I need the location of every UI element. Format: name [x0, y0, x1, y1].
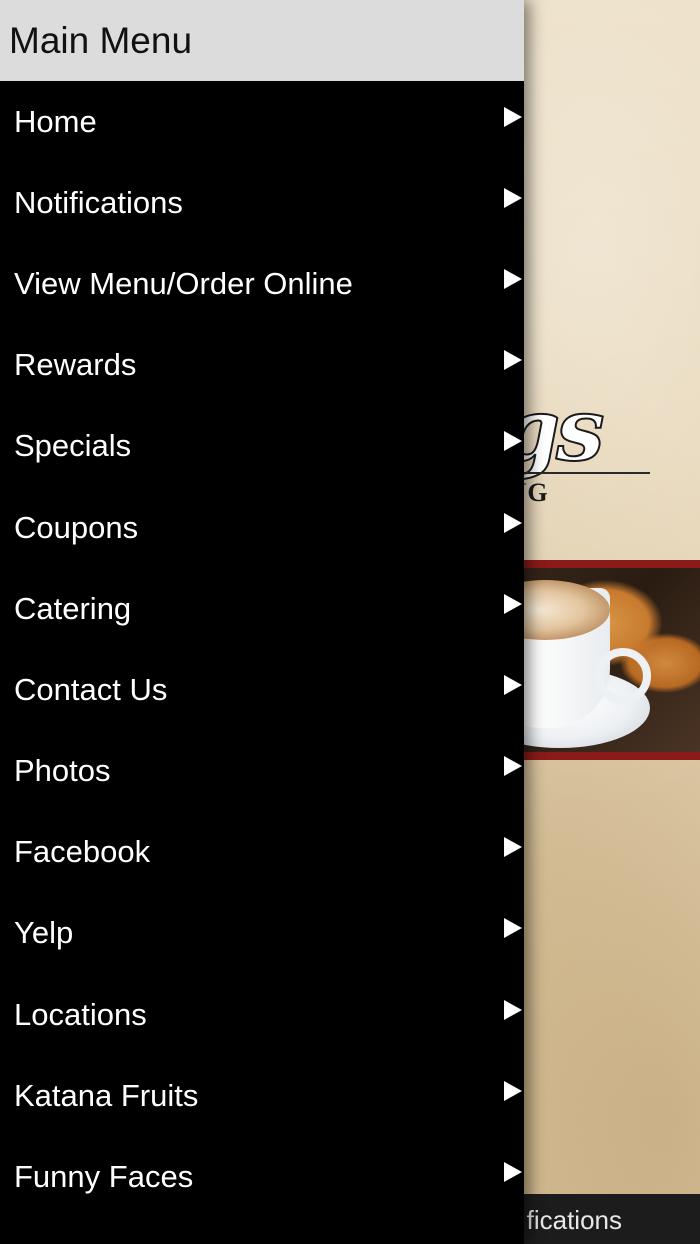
triangle-right-icon: [504, 593, 522, 614]
menu-item-label: Funny Faces: [14, 1159, 194, 1195]
triangle-right-icon: [504, 512, 522, 533]
triangle-right-icon: [504, 350, 522, 371]
menu-item-funny-faces[interactable]: Funny Faces: [0, 1136, 524, 1217]
menu-item-yelp[interactable]: Yelp: [0, 893, 524, 974]
triangle-right-icon: [504, 756, 522, 777]
menu-item-label: Specials: [14, 428, 132, 464]
menu-item-label: Rewards: [14, 347, 137, 383]
menu-item-label: Catering: [14, 590, 132, 626]
menu-item-notifications[interactable]: Notifications: [0, 162, 524, 243]
menu-item-label: Contact Us: [14, 671, 168, 707]
triangle-right-icon: [504, 918, 522, 939]
menu-item-label: Facebook: [14, 834, 151, 870]
triangle-right-icon: [504, 837, 522, 858]
menu-item-contact-us[interactable]: Contact Us: [0, 649, 524, 730]
triangle-right-icon: [504, 999, 522, 1020]
menu-item-label: Home: [14, 103, 97, 139]
menu-item-label: Notifications: [14, 184, 183, 220]
triangle-right-icon: [504, 106, 522, 127]
menu-item-label: View Menu/Order Online: [14, 265, 353, 301]
menu-item-coupons[interactable]: Coupons: [0, 487, 524, 568]
menu-item-view-menu-order-online[interactable]: View Menu/Order Online: [0, 243, 524, 324]
menu-item-home[interactable]: Home: [0, 81, 524, 162]
menu-item-facebook[interactable]: Facebook: [0, 812, 524, 893]
menu-list: Home Notifications View Menu/Order Onlin…: [0, 81, 524, 1218]
logo-divider: [520, 472, 650, 474]
menu-item-catering[interactable]: Catering: [0, 568, 524, 649]
triangle-right-icon: [504, 431, 522, 452]
drawer-title: Main Menu: [9, 19, 193, 61]
triangle-right-icon: [504, 268, 522, 289]
menu-item-label: Photos: [14, 753, 111, 789]
menu-item-specials[interactable]: Specials: [0, 406, 524, 487]
triangle-right-icon: [504, 187, 522, 208]
menu-item-locations[interactable]: Locations: [0, 974, 524, 1055]
menu-item-rewards[interactable]: Rewards: [0, 325, 524, 406]
menu-item-label: Katana Fruits: [14, 1077, 199, 1113]
drawer-header: Main Menu: [0, 0, 524, 81]
triangle-right-icon: [504, 1080, 522, 1101]
triangle-right-icon: [504, 674, 522, 695]
menu-item-photos[interactable]: Photos: [0, 731, 524, 812]
menu-item-label: Locations: [14, 996, 147, 1032]
menu-item-katana-fruits[interactable]: Katana Fruits: [0, 1055, 524, 1136]
triangle-right-icon: [504, 1162, 522, 1183]
main-menu-drawer: Main Menu Home Notifications View Menu/O…: [0, 0, 524, 1244]
menu-item-label: Coupons: [14, 509, 139, 545]
menu-item-label: Yelp: [14, 915, 74, 951]
cup-handle-shape: [595, 648, 651, 704]
